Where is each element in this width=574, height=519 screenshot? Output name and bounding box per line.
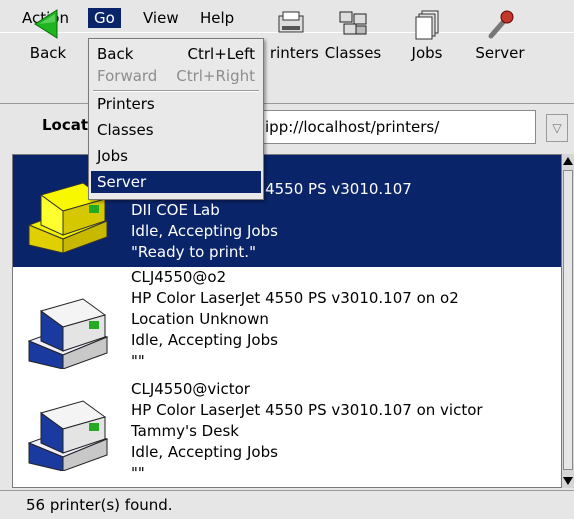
printers-label: Printers (261, 44, 319, 62)
printer-state: Idle, Accepting Jobs (131, 331, 278, 349)
printer-details: CLJ4550@victor HP Color LaserJet 4550 PS… (131, 379, 483, 484)
printer-state: Idle, Accepting Jobs (131, 443, 278, 461)
wrench-icon (488, 10, 514, 39)
menu-item-label: Forward (97, 67, 158, 85)
menu-item-label: Back (97, 45, 134, 63)
go-menu: Back Ctrl+Left Forward Ctrl+Right Printe… (88, 38, 264, 200)
printer-list[interactable]: HP Color LaserJet 4550 PS v3010.107 DII … (12, 154, 562, 488)
classes-icon (339, 11, 367, 35)
printer-name: CLJ4550@o2 (131, 268, 227, 286)
go-menu-jobs[interactable]: Jobs (91, 145, 261, 167)
menu-item-label: Printers (97, 95, 155, 113)
printer-location: DII COE Lab (131, 201, 220, 219)
printer-model: HP Color LaserJet 4550 PS v3010.107 on o… (131, 289, 459, 307)
status-text: 56 printer(s) found. (26, 496, 173, 514)
menu-item-label: Server (97, 173, 147, 191)
printer-icon (27, 400, 109, 471)
classes-label: Classes (324, 44, 382, 62)
printer-message: "Ready to print." (131, 243, 256, 261)
printer-location: Tammy's Desk (131, 422, 239, 440)
printer-row[interactable]: CLJ4550@victor HP Color LaserJet 4550 PS… (13, 379, 561, 487)
printers-button[interactable]: Printers (256, 4, 324, 66)
server-button[interactable]: Server (472, 4, 528, 66)
location-dropdown-button[interactable]: ▽ (546, 114, 568, 142)
menu-separator (93, 90, 259, 92)
jobs-icon (415, 10, 439, 40)
go-menu-classes[interactable]: Classes (91, 119, 261, 141)
printer-row[interactable]: CLJ4550@o2 HP Color LaserJet 4550 PS v30… (13, 267, 561, 379)
jobs-label: Jobs (411, 44, 443, 62)
printer-message: "" (131, 464, 145, 482)
printer-icon (27, 298, 109, 369)
printer-icon (278, 11, 304, 33)
printer-name: CLJ4550@victor (131, 380, 250, 398)
printer-details: CLJ4550@o2 HP Color LaserJet 4550 PS v30… (131, 267, 459, 372)
menu-view[interactable]: View (137, 8, 185, 28)
menu-item-label: Classes (97, 121, 154, 139)
printer-model: HP Color LaserJet 4550 PS v3010.107 on v… (131, 401, 483, 419)
back-arrow-icon (34, 9, 58, 39)
scroll-down-arrow-icon[interactable] (562, 474, 574, 488)
menu-help[interactable]: Help (194, 8, 240, 28)
scrollbar-thumb[interactable] (563, 170, 573, 470)
jobs-button[interactable]: Jobs (404, 4, 450, 66)
menu-go[interactable]: Go (88, 8, 121, 28)
server-label: Server (475, 44, 525, 62)
go-menu-server[interactable]: Server (91, 171, 261, 193)
go-menu-forward[interactable]: Forward Ctrl+Right (91, 65, 261, 87)
menu-item-shortcut: Ctrl+Left (187, 45, 255, 63)
back-label: Back (29, 44, 67, 62)
chevron-down-icon: ▽ (552, 121, 562, 135)
menu-item-shortcut: Ctrl+Right (176, 67, 255, 85)
scroll-up-arrow-icon[interactable] (562, 154, 574, 168)
back-button[interactable]: Back (20, 4, 76, 66)
printer-message: "" (131, 352, 145, 370)
go-menu-printers[interactable]: Printers (91, 93, 261, 115)
printer-state: Idle, Accepting Jobs (131, 222, 278, 240)
location-input[interactable]: ipp://localhost/printers/ (252, 110, 536, 144)
go-menu-back[interactable]: Back Ctrl+Left (91, 43, 261, 65)
classes-button[interactable]: Classes (318, 4, 388, 66)
menu-item-label: Jobs (97, 147, 128, 165)
printer-location: Location Unknown (131, 310, 269, 328)
